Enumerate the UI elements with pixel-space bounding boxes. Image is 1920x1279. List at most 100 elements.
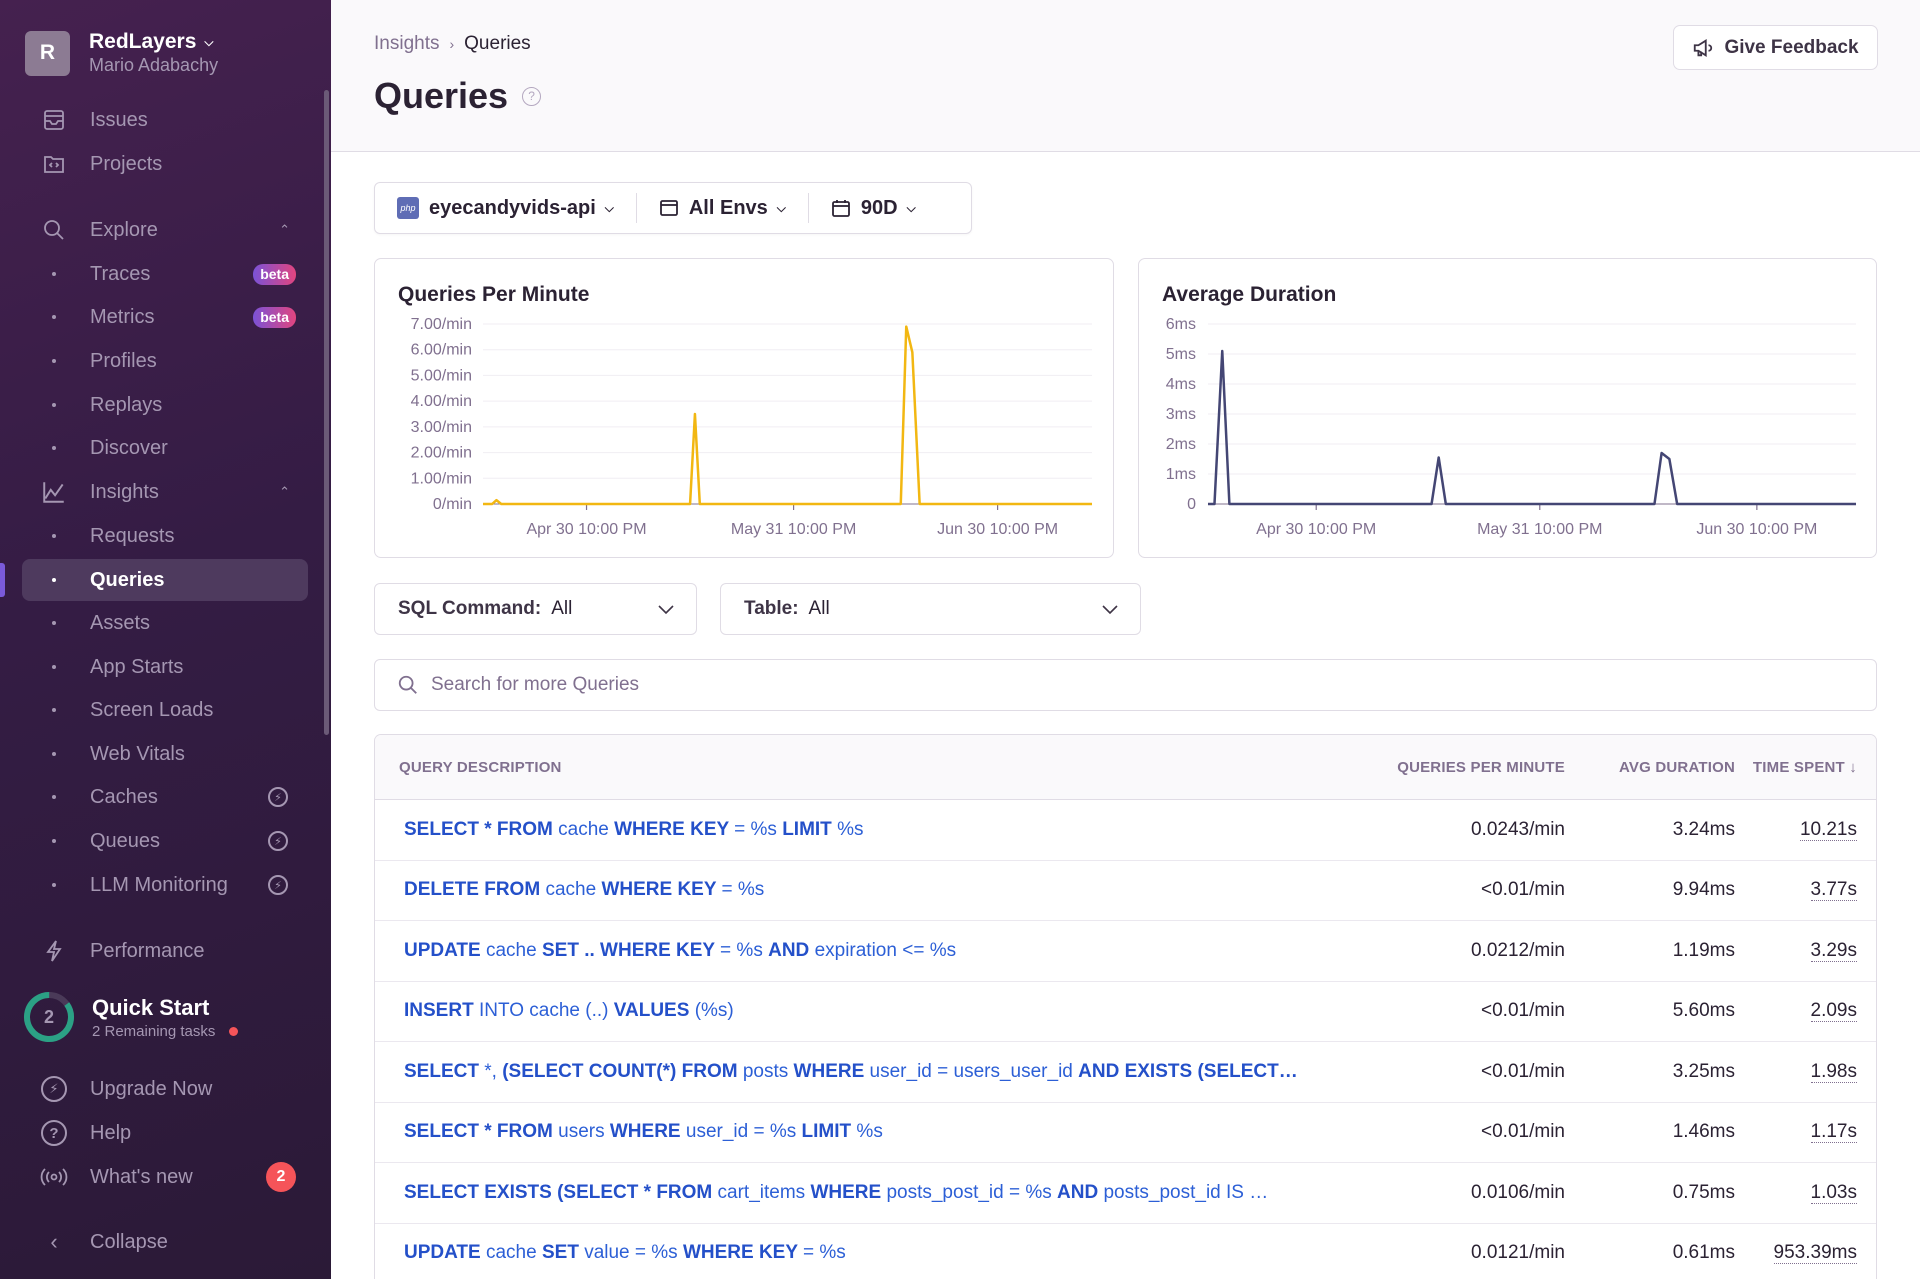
x-tick-label: May 31 10:00 PM [1477, 521, 1602, 538]
search-input[interactable] [431, 674, 1831, 696]
quick-start[interactable]: 2 Quick Start 2 Remaining tasks [22, 990, 239, 1044]
sidebar-item-issues[interactable]: Issues [22, 99, 308, 141]
folder-code-icon [28, 152, 80, 176]
sidebar-item-metrics[interactable]: Metrics beta [22, 296, 308, 338]
sidebar-item-explore[interactable]: Explore ⌃ [22, 209, 308, 251]
sidebar-item-label: Queries [90, 568, 165, 591]
y-tick-label: 6ms [1166, 316, 1196, 333]
sidebar-item-profiles[interactable]: Profiles [22, 340, 308, 382]
sql-command-select[interactable]: SQL Command: All [374, 583, 697, 635]
table-row[interactable]: UPDATE cache SET .. WHERE KEY = %s AND e… [375, 921, 1876, 982]
php-platform-icon: php [397, 197, 419, 219]
sidebar-item-replays[interactable]: Replays [22, 384, 308, 426]
table-row[interactable]: DELETE FROM cache WHERE KEY = %s <0.01/mi… [375, 861, 1876, 921]
sidebar-item-web-vitals[interactable]: Web Vitals [22, 733, 308, 775]
query-description-link[interactable]: SELECT * FROM users WHERE user_id = %s L… [404, 1121, 883, 1142]
active-indicator [0, 563, 5, 597]
average-duration-chart: 0 1ms 2ms 3ms 4ms 5ms 6ms Apr 30 10:00 PM May 31… [1166, 316, 1857, 538]
sidebar-item-help[interactable]: ? Help [22, 1112, 308, 1154]
sidebar-item-caches[interactable]: Caches ⚡︎ [22, 776, 308, 818]
sidebar-scrollbar[interactable] [324, 90, 329, 735]
table-row[interactable]: SELECT *, (SELECT COUNT(*) FROM posts WH… [375, 1042, 1876, 1103]
sidebar-item-label: Web Vitals [90, 742, 185, 765]
y-tick-label: 3ms [1166, 406, 1196, 423]
page-filter-bar: php eyecandyvids-api ⌵ All Envs ⌵ 90D ⌵ [374, 182, 972, 234]
table-row[interactable]: SELECT * FROM users WHERE user_id = %s L… [375, 1103, 1876, 1163]
sidebar-item-llm-monitoring[interactable]: LLM Monitoring ⚡︎ [22, 864, 308, 906]
sidebar-item-queries[interactable]: Queries [22, 559, 308, 601]
avg-duration-cell: 0.75ms [1672, 1181, 1735, 1203]
query-description-link[interactable]: SELECT EXISTS (SELECT * FROM cart_items … [404, 1182, 1268, 1203]
query-description-link[interactable]: UPDATE cache SET value = %s WHERE KEY = … [404, 1242, 846, 1263]
query-description-link[interactable]: UPDATE cache SET .. WHERE KEY = %s AND e… [404, 940, 956, 961]
chevron-up-icon: ⌃ [279, 222, 290, 237]
query-description-link[interactable]: INSERT INTO cache (..) VALUES (%s) [404, 1000, 734, 1021]
column-header-avg-duration[interactable]: AVG DURATION [1565, 759, 1735, 776]
time-spent-cell: 1.17s [1810, 1121, 1857, 1144]
org-name: RedLayers [89, 30, 197, 53]
notification-dot [229, 1026, 239, 1036]
table-body: SELECT * FROM cache WHERE KEY = %s LIMIT… [375, 800, 1876, 1279]
column-header-time-spent[interactable]: TIME SPENT ↓ [1735, 759, 1857, 776]
sidebar-item-performance[interactable]: Performance [22, 930, 308, 972]
sidebar-item-upgrade-now[interactable]: ⚡︎ Upgrade Now [22, 1068, 308, 1110]
search-bar [374, 659, 1877, 711]
breadcrumb-insights[interactable]: Insights [374, 33, 439, 55]
org-avatar: R [25, 30, 70, 76]
sidebar-item-label: Upgrade Now [90, 1077, 213, 1100]
chevron-down-icon [1102, 605, 1118, 615]
x-tick-label: Jun 30 10:00 PM [937, 521, 1058, 538]
column-header-description[interactable]: QUERY DESCRIPTION [375, 759, 1375, 776]
sidebar-item-discover[interactable]: Discover [22, 427, 308, 469]
sidebar-item-label: Insights [90, 480, 159, 503]
help-icon[interactable]: ? [522, 86, 542, 106]
x-tick-label: May 31 10:00 PM [731, 521, 856, 538]
beta-badge: beta [253, 263, 296, 285]
queries-per-minute-cell: 0.0121/min [1470, 1242, 1565, 1264]
sidebar-item-whats-new[interactable]: What's new 2 [22, 1156, 308, 1198]
chart-card-queries-per-minute: Queries Per Minute 0/min 1.00/min 2.00/min… [374, 258, 1114, 558]
x-tick-label: Jun 30 10:00 PM [1696, 521, 1817, 538]
window-icon [659, 200, 678, 216]
table-row[interactable]: UPDATE cache SET value = %s WHERE KEY = … [375, 1224, 1876, 1279]
sidebar-item-projects[interactable]: Projects [22, 143, 308, 185]
table-row[interactable]: SELECT * FROM cache WHERE KEY = %s LIMIT… [375, 800, 1876, 861]
sidebar-item-traces[interactable]: Traces beta [22, 253, 308, 295]
sidebar-item-assets[interactable]: Assets [22, 602, 308, 644]
queries-per-minute-cell: <0.01/min [1481, 879, 1565, 901]
date-range-selector[interactable]: 90D ⌵ [809, 183, 938, 233]
sidebar-item-queues[interactable]: Queues ⚡︎ [22, 820, 308, 862]
sidebar-item-app-starts[interactable]: App Starts [22, 646, 308, 688]
org-switcher[interactable]: R RedLayers ⌵ Mario Adabachy [25, 30, 218, 76]
sidebar-item-label: Projects [90, 152, 163, 175]
table-row[interactable]: SELECT EXISTS (SELECT * FROM cart_items … [375, 1163, 1876, 1224]
x-tick-label: Apr 30 10:00 PM [526, 521, 646, 538]
series-line [1208, 349, 1856, 506]
column-header-qpm[interactable]: QUERIES PER MINUTE [1375, 759, 1565, 776]
sidebar-item-insights[interactable]: Insights ⌃ [22, 471, 308, 513]
y-tick-label: 0/min [433, 496, 472, 513]
chevron-down-icon [658, 605, 674, 615]
query-description-link[interactable]: SELECT *, (SELECT COUNT(*) FROM posts WH… [404, 1061, 1298, 1082]
question-circle-icon: ? [28, 1120, 80, 1146]
quick-start-subtitle: 2 Remaining tasks [92, 1022, 216, 1040]
sidebar-item-requests[interactable]: Requests [22, 515, 308, 557]
queries-per-minute-cell: <0.01/min [1481, 1060, 1565, 1082]
y-tick-label: 7.00/min [411, 316, 472, 333]
lightning-icon [28, 938, 80, 964]
y-tick-label: 5.00/min [411, 367, 472, 384]
table-row[interactable]: INSERT INTO cache (..) VALUES (%s) <0.01/… [375, 982, 1876, 1042]
chart-card-average-duration: Average Duration 0 1ms 2ms 3ms 4ms 5ms 6ms Apr … [1138, 258, 1877, 558]
sidebar-item-label: Collapse [90, 1230, 168, 1253]
table-select[interactable]: Table: All [720, 583, 1141, 635]
project-selector[interactable]: php eyecandyvids-api ⌵ [375, 183, 636, 233]
y-tick-label: 0 [1187, 496, 1196, 513]
give-feedback-button[interactable]: Give Feedback [1673, 25, 1878, 70]
sidebar-item-label: Discover [90, 436, 168, 459]
sidebar-item-screen-loads[interactable]: Screen Loads [22, 689, 308, 731]
query-description-link[interactable]: DELETE FROM cache WHERE KEY = %s [404, 879, 764, 900]
query-description-link[interactable]: SELECT * FROM cache WHERE KEY = %s LIMIT… [404, 819, 863, 840]
environment-selector[interactable]: All Envs ⌵ [637, 183, 808, 233]
beta-badge: beta [253, 306, 296, 328]
sidebar-collapse-button[interactable]: ‹ Collapse [22, 1221, 308, 1263]
